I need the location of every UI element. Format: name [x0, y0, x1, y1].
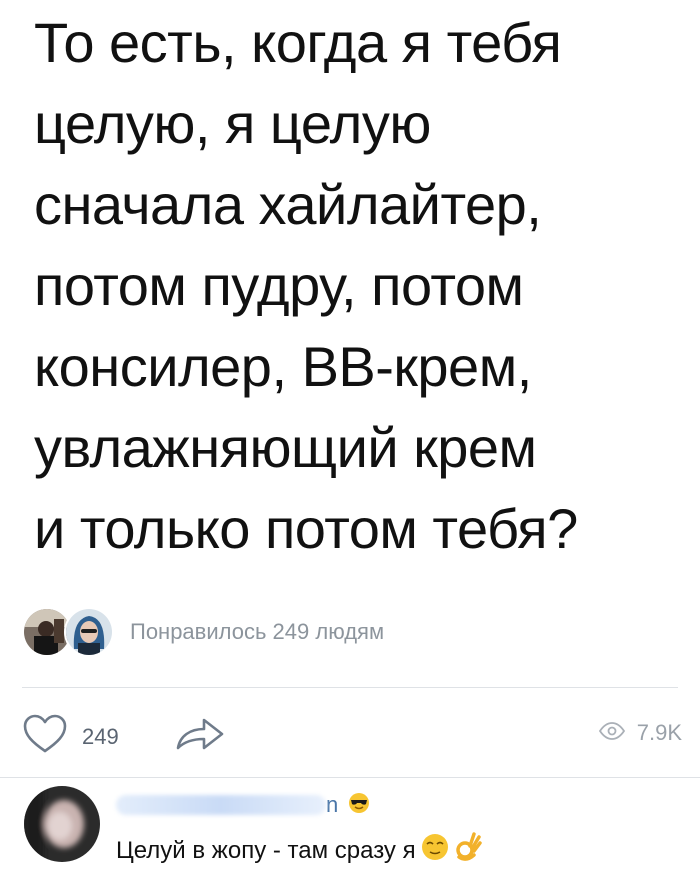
divider — [22, 687, 678, 688]
post-actions: 249 7.9K — [22, 708, 682, 762]
post-text-line: То есть, когда я тебя — [34, 11, 562, 74]
comment-author-name[interactable]: n — [116, 790, 370, 820]
ok-hand-icon — [454, 831, 482, 870]
post-text-line: и только потом тебя? — [34, 497, 578, 560]
likes-summary[interactable]: Понравилось 249 людям — [22, 604, 384, 660]
post-text-line: увлажняющий крем — [34, 416, 537, 479]
post-text: То есть, когда я тебя целую, я целую сна… — [34, 2, 684, 569]
like-count: 249 — [82, 723, 119, 749]
liker-avatar[interactable] — [64, 607, 114, 657]
heart-icon — [22, 714, 68, 759]
post-text-line: потом пудру, потом — [34, 254, 524, 317]
post-text-line: консилер, ВВ-крем, — [34, 335, 532, 398]
post-text-line: целую, я целую — [34, 92, 431, 155]
truncated-comment-meta — [236, 872, 286, 879]
like-button[interactable]: 249 — [22, 714, 119, 759]
share-arrow-icon — [174, 718, 226, 758]
views-count: 7.9K — [636, 720, 682, 745]
author-name-redacted — [116, 795, 326, 815]
likes-summary-text: Понравилось 249 людям — [130, 619, 385, 644]
comment-text: Целуй в жопу - там сразу я — [116, 831, 482, 870]
views-counter: 7.9K — [598, 720, 682, 746]
relieved-face-icon — [420, 832, 450, 869]
share-button[interactable] — [174, 714, 226, 759]
post-text-line: сначала хайлайтер, — [34, 173, 542, 236]
divider — [0, 777, 700, 778]
sunglasses-face-icon — [348, 792, 370, 819]
comment-body: Целуй в жопу - там сразу я — [116, 836, 416, 864]
author-name-tail: n — [326, 792, 339, 817]
eye-icon — [598, 721, 625, 745]
comment-author-avatar[interactable] — [24, 786, 100, 862]
